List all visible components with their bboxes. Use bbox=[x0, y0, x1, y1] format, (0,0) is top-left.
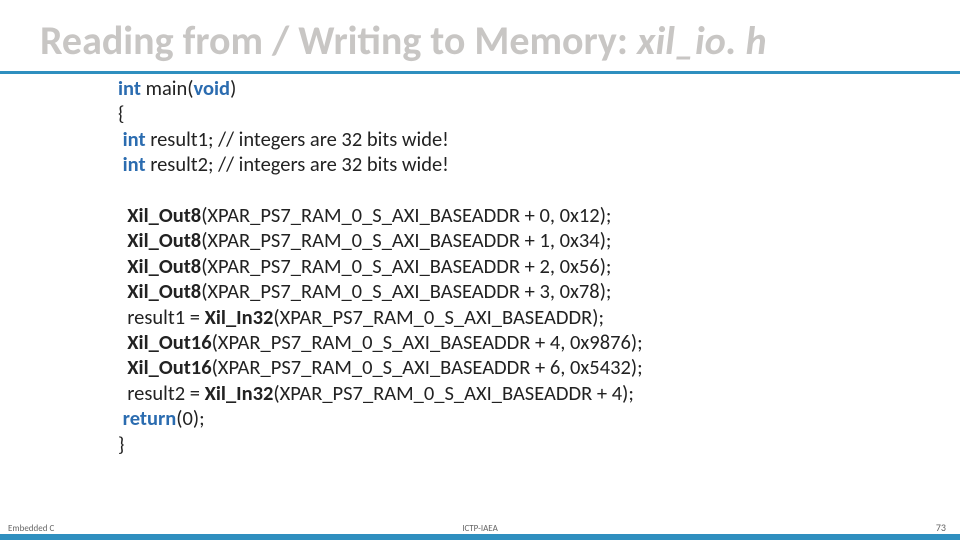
code-line: Xil_Out8(XPAR_PS7_RAM_0_S_AXI_BASEADDR +… bbox=[118, 228, 960, 253]
keyword-int: int bbox=[118, 151, 146, 177]
fn-xil-in32: Xil_In32 bbox=[205, 304, 274, 330]
code-line: return(0); bbox=[118, 406, 960, 431]
keyword-int: int bbox=[118, 126, 146, 152]
fn-xil-out8: Xil_Out8 bbox=[118, 202, 201, 228]
fn-xil-out8: Xil_Out8 bbox=[118, 253, 201, 279]
code-line: Xil_Out8(XPAR_PS7_RAM_0_S_AXI_BASEADDR +… bbox=[118, 203, 960, 228]
code-line: result1 = Xil_In32(XPAR_PS7_RAM_0_S_AXI_… bbox=[118, 305, 960, 330]
title-text: Reading from / Writing to Memory: bbox=[40, 16, 637, 65]
slide: Reading from / Writing to Memory: xil_io… bbox=[0, 0, 960, 540]
code-line: int main(void) bbox=[118, 76, 960, 101]
fn-xil-in32: Xil_In32 bbox=[205, 380, 274, 406]
code-line: { bbox=[118, 101, 960, 126]
title-file: xil_io. h bbox=[637, 16, 767, 65]
code-line: } bbox=[118, 432, 960, 457]
footer-center: ICTP-IAEA bbox=[462, 523, 498, 534]
keyword-return: return bbox=[118, 405, 176, 431]
code-line: result2 = Xil_In32(XPAR_PS7_RAM_0_S_AXI_… bbox=[118, 381, 960, 406]
footer-bar bbox=[0, 534, 960, 540]
code-line: int result1; // integers are 32 bits wid… bbox=[118, 127, 960, 152]
fn-xil-out16: Xil_Out16 bbox=[118, 354, 212, 380]
keyword-void: void bbox=[193, 75, 230, 101]
code-line: Xil_Out16(XPAR_PS7_RAM_0_S_AXI_BASEADDR … bbox=[118, 355, 960, 380]
footer-left: Embedded C bbox=[8, 523, 54, 534]
code-block: int main(void) { int result1; // integer… bbox=[0, 74, 960, 457]
slide-title: Reading from / Writing to Memory: xil_io… bbox=[0, 0, 960, 74]
code-line: int result2; // integers are 32 bits wid… bbox=[118, 152, 960, 177]
fn-xil-out8: Xil_Out8 bbox=[118, 227, 201, 253]
code-line: Xil_Out8(XPAR_PS7_RAM_0_S_AXI_BASEADDR +… bbox=[118, 279, 960, 304]
code-line: Xil_Out8(XPAR_PS7_RAM_0_S_AXI_BASEADDR +… bbox=[118, 254, 960, 279]
page-number: 73 bbox=[936, 521, 946, 534]
fn-xil-out16: Xil_Out16 bbox=[118, 329, 212, 355]
fn-xil-out8: Xil_Out8 bbox=[118, 278, 201, 304]
keyword-int: int bbox=[118, 75, 141, 101]
code-line: Xil_Out16(XPAR_PS7_RAM_0_S_AXI_BASEADDR … bbox=[118, 330, 960, 355]
code-line bbox=[118, 178, 960, 203]
